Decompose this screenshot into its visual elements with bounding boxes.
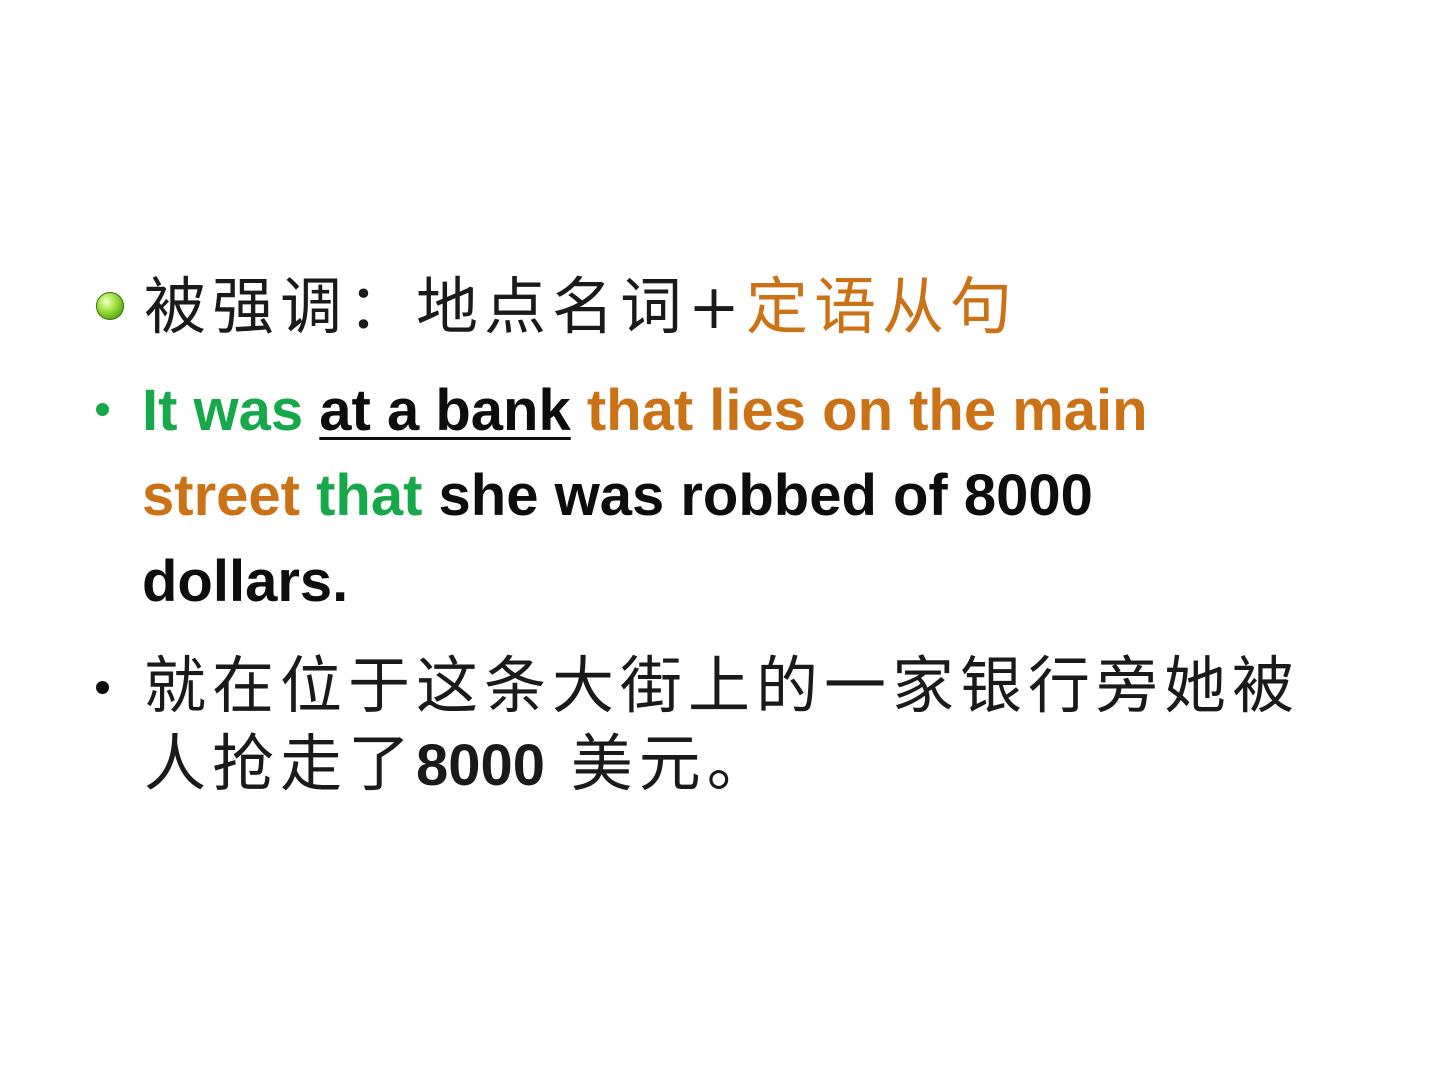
example-line-2: street that she was robbed of 8000 [142, 467, 1093, 525]
green-dot-bullet-icon [96, 403, 109, 416]
translation-1: 就在位于这条大街上的一家银行旁她被 [144, 649, 1301, 722]
example-lead: It was [142, 378, 320, 443]
example-clause-1: that lies on the main [570, 378, 1148, 443]
example-that: that [316, 463, 423, 528]
translation-line-1: 就在位于这条大街上的一家银行旁她被 [144, 655, 1300, 717]
slide: 被强调：地点名词+定语从句 It was at a bank that lies… [0, 0, 1440, 1080]
translation-2a: 人抢走了 [144, 727, 417, 800]
translation-number: 8000 [416, 733, 546, 798]
example-end: dollars. [142, 549, 349, 614]
green-orb-bullet-icon [96, 292, 124, 320]
example-clause-2: street [142, 463, 317, 528]
translation-line-2: 人抢走了8000 美元。 [144, 733, 775, 795]
black-dot-bullet-icon [96, 681, 109, 694]
example-line-3: dollars. [142, 553, 348, 611]
translation-2b: 美元。 [545, 727, 775, 800]
example-emphasized: at a bank [319, 378, 571, 443]
heading-prefix: 被强调：地点名词+ [144, 270, 746, 343]
example-rest: she was robbed of 8000 [422, 463, 1093, 528]
heading-highlight: 定语从句 [745, 270, 1018, 343]
example-line-1: It was at a bank that lies on the main [142, 382, 1148, 440]
heading-line: 被强调：地点名词+定语从句 [144, 276, 1018, 338]
